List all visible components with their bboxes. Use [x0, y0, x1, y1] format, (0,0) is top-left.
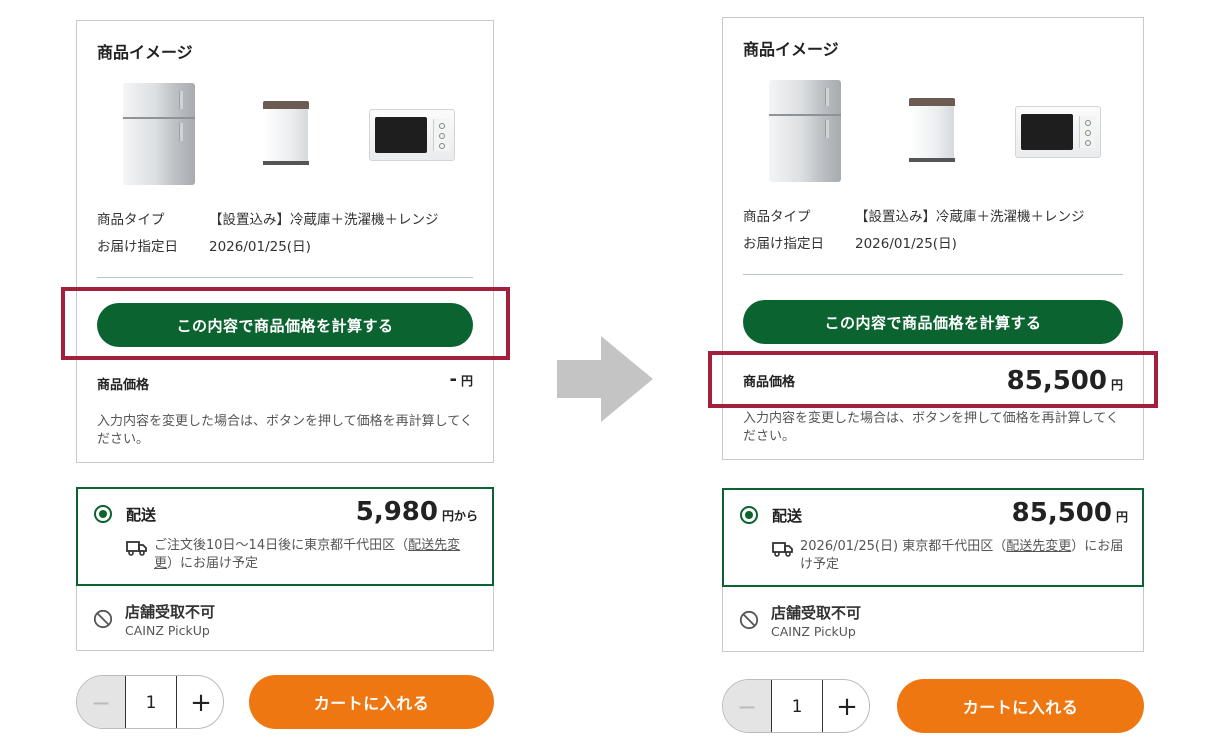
quantity-decrease-button[interactable]: −	[77, 676, 125, 728]
truck-icon	[126, 541, 147, 556]
quantity-increase-button[interactable]: +	[177, 676, 223, 728]
product-images	[723, 78, 1143, 188]
shipping-info: ご注文後10日〜14日後に東京都千代田区（配送先変更）にお届け予定	[154, 537, 478, 573]
spec-product-type: 商品タイプ 【設置込み】冷蔵庫＋洗濯機＋レンジ	[743, 205, 1085, 225]
fridge-image	[123, 83, 195, 185]
add-to-cart-button[interactable]: カートに入れる	[897, 679, 1144, 733]
spec-product-type: 商品タイプ 【設置込み】冷蔵庫＋洗濯機＋レンジ	[97, 208, 439, 228]
highlight-box-calc-button	[61, 287, 510, 360]
shipping-info-text-end: ）にお届け予定	[167, 556, 259, 571]
price-value: -円	[450, 369, 474, 390]
calculate-price-button[interactable]: この内容で商品価格を計算する	[743, 300, 1123, 344]
spec-type-value: 【設置込み】冷蔵庫＋洗濯機＋レンジ	[209, 212, 439, 228]
quantity-decrease-button[interactable]: −	[723, 680, 771, 732]
spec-type-label: 商品タイプ	[743, 209, 811, 225]
price-unit: 円	[460, 374, 473, 388]
quantity-stepper: − 1 +	[76, 675, 224, 729]
pickup-subtitle: CAINZ PickUp	[125, 623, 210, 638]
add-to-cart-button[interactable]: カートに入れる	[249, 675, 494, 729]
pickup-title: 店舗受取不可	[771, 604, 862, 622]
pickup-subtitle: CAINZ PickUp	[771, 624, 856, 639]
price-note: 入力内容を変更した場合は、ボタンを押して価格を再計算してください。	[743, 411, 1119, 444]
spec-date-value: 2026/01/25(日)	[855, 236, 957, 252]
quantity-increase-button[interactable]: +	[823, 680, 869, 732]
spec-delivery-date: お届け指定日 2026/01/25(日)	[743, 232, 957, 252]
price-amount: -	[449, 369, 457, 390]
ban-icon	[93, 609, 113, 629]
spec-date-label: お届け指定日	[97, 239, 178, 255]
shipping-title: 配送	[126, 506, 157, 524]
product-images	[77, 81, 493, 191]
shipping-price-amount: 5,980	[355, 497, 438, 527]
image-section-title: 商品イメージ	[97, 43, 193, 62]
quantity-value[interactable]: 1	[125, 676, 177, 728]
shipping-price: 85,500 円	[1012, 498, 1128, 528]
truck-icon	[772, 542, 793, 557]
shipping-price-unit: 円	[1115, 510, 1128, 524]
highlight-box-price	[708, 351, 1158, 408]
spec-delivery-date: お届け指定日 2026/01/25(日)	[97, 235, 311, 255]
delivery-option-pickup: 店舗受取不可 CAINZ PickUp	[723, 588, 1143, 653]
ban-icon	[739, 610, 759, 630]
change-address-link[interactable]: 配送先変更	[1006, 539, 1071, 554]
shipping-info-text: 2026/01/25(日) 東京都千代田区（	[800, 539, 1007, 554]
quantity-stepper: − 1 +	[722, 679, 870, 733]
spec-type-label: 商品タイプ	[97, 212, 165, 228]
fridge-image	[769, 80, 841, 182]
spec-date-value: 2026/01/25(日)	[209, 239, 311, 255]
price-label: 商品価格	[97, 378, 150, 393]
pickup-title: 店舗受取不可	[125, 603, 216, 621]
shipping-info: 2026/01/25(日) 東京都千代田区（配送先変更）にお届け予定	[800, 538, 1128, 574]
shipping-price: 5,980 円から	[356, 497, 478, 527]
shipping-title: 配送	[772, 507, 803, 525]
radio-selected-icon[interactable]	[740, 506, 758, 524]
spec-date-label: お届け指定日	[743, 236, 824, 252]
price-note: 入力内容を変更した場合は、ボタンを押して価格を再計算してください。	[97, 414, 473, 447]
microwave-image	[1015, 106, 1101, 158]
delivery-options: 配送 85,500 円 2026/01/25(日) 東京都千代田区（配送先変更）に…	[722, 488, 1144, 652]
washer-image	[263, 101, 309, 165]
shipping-price-amount: 85,500	[1011, 498, 1112, 528]
washer-image	[909, 98, 955, 162]
shipping-info-text: ご注文後10日〜14日後に東京都千代田区（	[154, 538, 409, 553]
delivery-option-pickup: 店舗受取不可 CAINZ PickUp	[77, 587, 493, 652]
microwave-image	[369, 109, 455, 161]
delivery-options: 配送 5,980 円から ご注文後10日〜14日後に東京都千代田区（配送先変更）に…	[76, 487, 494, 651]
product-card: 商品イメージ 商品タイプ 【設置込み】冷蔵庫＋洗濯機＋レンジ お届け指定日 2026…	[76, 20, 494, 463]
spec-type-value: 【設置込み】冷蔵庫＋洗濯機＋レンジ	[855, 209, 1085, 225]
right-arrow-icon	[557, 336, 653, 422]
delivery-option-shipping[interactable]: 配送 85,500 円 2026/01/25(日) 東京都千代田区（配送先変更）に…	[722, 488, 1144, 587]
shipping-price-unit: 円から	[441, 509, 478, 523]
divider	[97, 277, 473, 278]
radio-selected-icon[interactable]	[94, 505, 112, 523]
price-row: 商品価格 -円	[97, 369, 473, 399]
quantity-value[interactable]: 1	[771, 680, 823, 732]
delivery-option-shipping[interactable]: 配送 5,980 円から ご注文後10日〜14日後に東京都千代田区（配送先変更）に…	[76, 487, 494, 586]
image-section-title: 商品イメージ	[743, 40, 839, 59]
divider	[743, 274, 1123, 275]
